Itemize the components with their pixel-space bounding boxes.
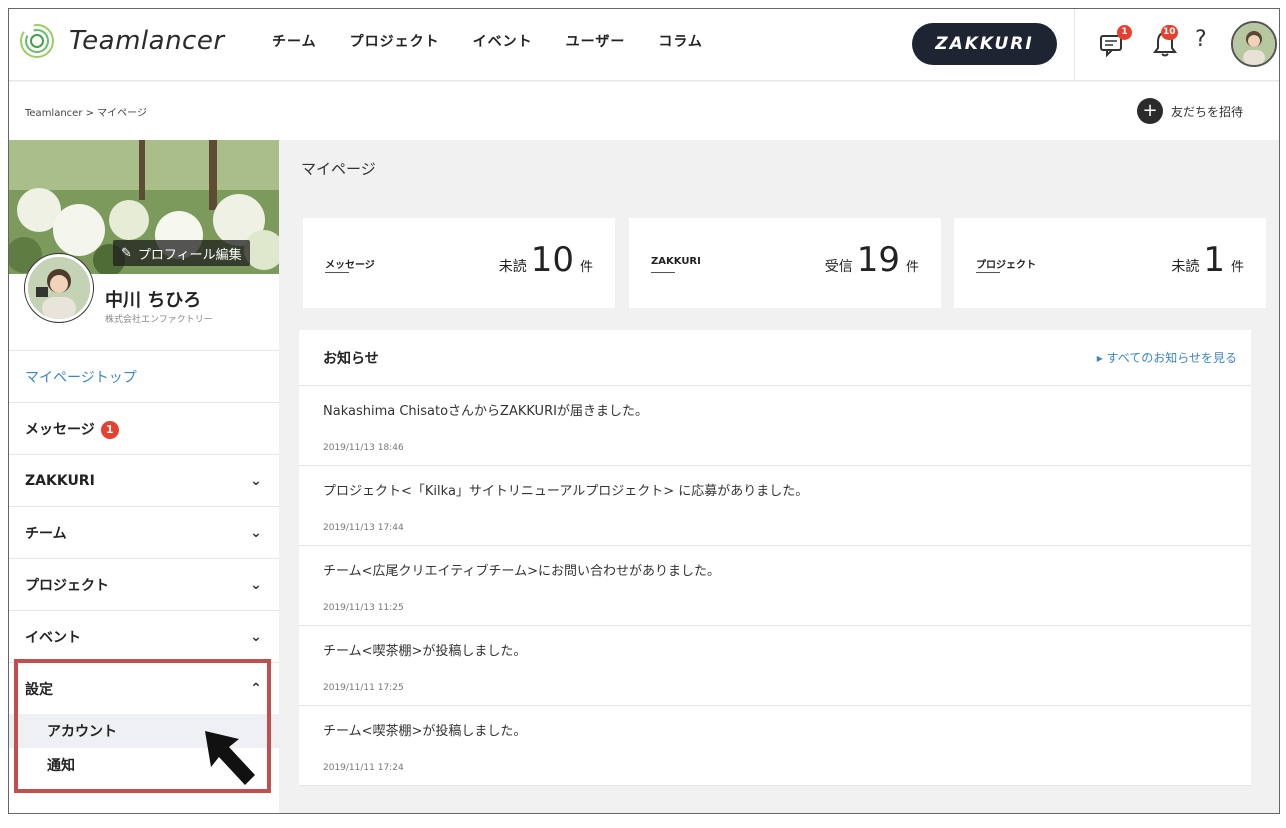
stat-unit: 件 [579,260,593,275]
news-date: 2019/11/13 11:25 [323,603,404,613]
news-header: お知らせ ▸ すべてのお知らせを見る [299,330,1251,386]
sidebar-item-label: プロジェクト [25,577,109,594]
stat-label: メッセージ [325,256,375,273]
pointer-arrow-icon [205,731,255,785]
chevron-down-icon: ⌄ [250,472,262,489]
see-all-news-link[interactable]: ▸ すべてのお知らせを見る [1097,349,1237,366]
stat-value: 未読 1 件 [1171,240,1244,280]
stat-unit: 件 [1230,260,1244,275]
zakkuri-button[interactable]: ZAKKURI [912,23,1057,65]
news-text: チーム<喫茶棚>が投稿しました。 [323,644,527,659]
logo-mark-icon [20,24,54,58]
page-title: マイページ [301,160,376,178]
nav-event[interactable]: イベント [473,31,533,51]
sidebar-item-project[interactable]: プロジェクト ⌄ [9,558,279,610]
news-date: 2019/11/13 17:44 [323,523,404,533]
edit-profile-button[interactable]: ✎ プロフィール編集 [113,240,250,266]
nav-project[interactable]: プロジェクト [350,31,440,51]
nav-user[interactable]: ユーザー [566,31,626,51]
message-badge: 1 [1117,25,1132,40]
news-text: チーム<広尾クリエイティブチーム>にお問い合わせがありました。 [323,564,720,579]
news-date: 2019/11/13 18:46 [323,443,404,453]
news-panel: お知らせ ▸ すべてのお知らせを見る Nakashima Chisatoさんから… [299,330,1251,786]
header-divider [1074,9,1075,81]
stat-number: 10 [530,240,574,280]
news-item[interactable]: チーム<喫茶棚>が投稿しました。 2019/11/11 17:24 [299,706,1251,786]
main-nav: チーム プロジェクト イベント ユーザー コラム [272,31,736,51]
breadcrumb[interactable]: Teamlancer > マイページ [25,104,147,119]
sidebar-item-label: イベント [25,629,81,646]
chevron-down-icon: ⌄ [250,576,262,593]
profile-avatar[interactable] [25,254,93,322]
stat-unit: 件 [905,260,919,275]
news-item[interactable]: チーム<喫茶棚>が投稿しました。 2019/11/11 17:25 [299,626,1251,706]
stat-value: 受信 19 件 [825,240,919,280]
nav-team[interactable]: チーム [272,31,317,51]
sidebar-item-label-wrap: メッセージ 1 [25,419,119,439]
edit-profile-label: プロフィール編集 [137,247,242,263]
pencil-icon: ✎ [121,245,132,261]
top-header: Teamlancer チーム プロジェクト イベント ユーザー コラム ZAKK… [9,9,1279,81]
sidebar-item-label: マイページトップ [25,369,137,386]
sidebar-item-label: チーム [25,525,67,542]
news-date: 2019/11/11 17:25 [323,683,404,693]
news-item[interactable]: チーム<広尾クリエイティブチーム>にお問い合わせがありました。 2019/11/… [299,546,1251,626]
user-avatar[interactable] [1231,21,1277,67]
sidebar-item-mypage-top[interactable]: マイページトップ [9,350,279,402]
sidebar-item-messages[interactable]: メッセージ 1 [9,402,279,454]
stat-value: 未読 10 件 [499,240,593,280]
avatar-photo-icon [1233,23,1275,65]
news-item[interactable]: プロジェクト<「Kilka」サイトリニューアルプロジェクト> に応募がありました… [299,466,1251,546]
nav-column[interactable]: コラム [658,31,703,51]
invite-label: 友だちを招待 [1171,104,1244,119]
invite-friend-button[interactable]: + 友だちを招待 [1137,98,1243,124]
breadcrumb-bar: Teamlancer > マイページ + 友だちを招待 [9,82,1279,140]
news-item[interactable]: Nakashima ChisatoさんからZAKKURIが届きました。 2019… [299,386,1251,466]
sidebar-item-label: メッセージ [25,421,95,438]
stat-number: 1 [1203,240,1225,280]
logo[interactable]: Teamlancer [19,23,225,59]
chevron-down-icon: ⌄ [250,524,262,541]
help-icon[interactable]: ? [1195,27,1207,52]
logo-text: Teamlancer [69,26,225,56]
profile-name: 中川 ちひろ [105,290,202,311]
sidebar-item-zakkuri[interactable]: ZAKKURI ⌄ [9,454,279,506]
stat-number: 19 [856,240,900,280]
cover-image: ✎ プロフィール編集 [9,140,279,274]
news-text: チーム<喫茶棚>が投稿しました。 [323,724,527,739]
stat-label: プロジェクト [976,256,1036,273]
sidebar-item-team[interactable]: チーム ⌄ [9,506,279,558]
news-title: お知らせ [323,350,379,367]
notification-badge: 10 [1161,25,1178,40]
sidebar-item-label: ZAKKURI [25,472,95,489]
profile-photo-icon [28,257,90,319]
chevron-down-icon: ⌄ [250,628,262,645]
news-text: プロジェクト<「Kilka」サイトリニューアルプロジェクト> に応募がありました… [323,484,809,499]
news-date: 2019/11/11 17:24 [323,763,404,773]
stat-card-projects[interactable]: プロジェクト 未読 1 件 [954,218,1266,308]
news-text: Nakashima ChisatoさんからZAKKURIが届きました。 [323,404,648,419]
stat-prefix: 未読 [498,259,527,275]
sidebar-item-event[interactable]: イベント ⌄ [9,610,279,662]
stat-prefix: 未読 [1171,259,1200,275]
stat-card-zakkuri[interactable]: ZAKKURI 受信 19 件 [629,218,941,308]
app-frame: Teamlancer チーム プロジェクト イベント ユーザー コラム ZAKK… [8,8,1280,814]
stat-prefix: 受信 [824,259,853,275]
profile-company: 株式会社エンファクトリー [105,315,213,325]
stat-card-messages[interactable]: メッセージ 未読 10 件 [303,218,615,308]
message-count-badge: 1 [100,420,119,439]
plus-icon: + [1137,98,1163,124]
stat-label: ZAKKURI [651,256,701,273]
